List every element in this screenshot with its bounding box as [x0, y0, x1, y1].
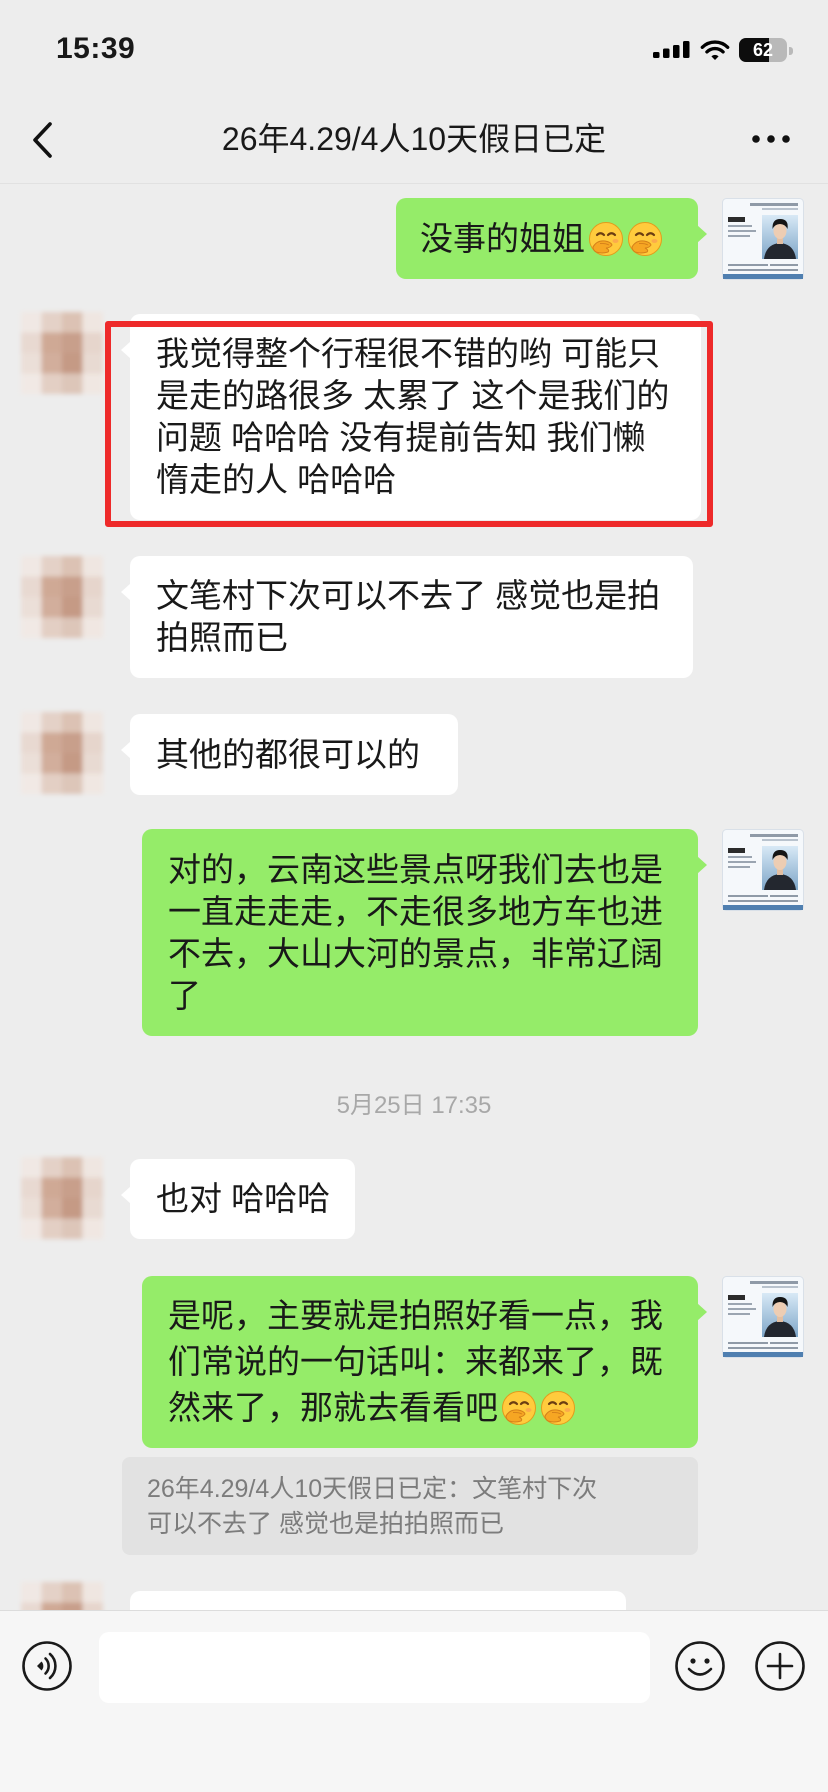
message-text-line: 一直走走走，不走很多地方车也进: [168, 892, 663, 930]
hand-over-mouth-emoji-icon: [588, 221, 624, 257]
my-avatar[interactable]: [722, 829, 804, 911]
cellular-signal-icon: [653, 41, 690, 58]
outgoing-message-bubble[interactable]: 没事的姐姐: [396, 198, 707, 279]
hand-over-mouth-emoji-icon: [501, 1390, 537, 1426]
outgoing-message-bubble[interactable]: 对的，云南这些景点呀我们去也是 一直走走走，不走很多地方车也进 不去，大山大河的…: [142, 829, 707, 1036]
incoming-message-bubble[interactable]: 其他的都很可以的: [121, 714, 458, 795]
message-text-line: 问题 哈哈哈 没有提前告知 我们懒: [156, 419, 646, 456]
chat-title: 26年4.29/4人10天假日已定: [221, 121, 607, 157]
wifi-icon: [700, 40, 730, 60]
voice-input-icon: [22, 1641, 72, 1691]
business-card-avatar-image: [722, 1276, 804, 1358]
message-text-line: 是走的路很多 太累了 这个是我们的: [156, 377, 670, 414]
blurred-avatar-image: [21, 712, 103, 794]
more-functions-button[interactable]: [754, 1640, 806, 1692]
my-avatar[interactable]: [722, 198, 804, 280]
business-card-avatar-image: [722, 829, 804, 911]
message-text-line: 没事的姐姐: [420, 219, 585, 257]
quoted-message[interactable]: 26年4.29/4人10天假日已定：文笔村下次 可以不去了 感觉也是拍拍照而已: [122, 1457, 698, 1555]
my-avatar[interactable]: [722, 1276, 804, 1358]
message-text-line: 们常说的一句话叫：来都来了，既: [168, 1343, 663, 1380]
chevron-left-icon: [33, 122, 52, 158]
battery-tip: [789, 47, 793, 55]
message-timestamp: 5月25日 17:35: [336, 1092, 492, 1119]
hand-over-mouth-emoji-icon: [627, 221, 663, 257]
message-text-line: 了: [168, 976, 201, 1014]
business-card-avatar-image: [722, 198, 804, 280]
message-text-line: 对的，云南这些景点呀我们去也是: [168, 850, 663, 888]
emoji-icon: [675, 1641, 725, 1691]
message-input[interactable]: [99, 1632, 650, 1703]
status-time: 15:39: [56, 32, 136, 65]
back-button[interactable]: [24, 116, 68, 164]
message-text-line: 不去，大山大河的景点，非常辽阔: [168, 934, 663, 972]
battery-icon: 62: [739, 37, 793, 63]
contact-avatar[interactable]: [21, 556, 103, 638]
blurred-avatar-image: [21, 1157, 103, 1239]
message-text-line: 文笔村下次可以不去了 感觉也是拍: [156, 577, 661, 614]
outgoing-message-bubble[interactable]: 是呢，主要就是拍照好看一点，我 们常说的一句话叫：来都来了，既 然来了，那就去看…: [142, 1276, 707, 1448]
nav-divider: [0, 183, 828, 184]
quoted-text-line: 可以不去了 感觉也是拍拍照而已: [147, 1510, 504, 1538]
more-dots-icon: [752, 135, 790, 143]
contact-avatar[interactable]: [21, 1157, 103, 1239]
contact-avatar[interactable]: [21, 712, 103, 794]
battery-body: 62: [739, 38, 787, 62]
contact-avatar[interactable]: [21, 312, 103, 394]
more-button[interactable]: [748, 124, 794, 154]
chat-input-bar: [0, 1610, 828, 1792]
message-text-line: 我觉得整个行程很不错的哟 可能只: [156, 335, 661, 372]
quoted-text-line: 26年4.29/4人10天假日已定：文笔村下次: [147, 1475, 598, 1503]
incoming-message-bubble[interactable]: 我觉得整个行程很不错的哟 可能只 是走的路很多 太累了 这个是我们的 问题 哈哈…: [121, 314, 701, 520]
incoming-message-bubble[interactable]: 文笔村下次可以不去了 感觉也是拍 拍照而已: [121, 556, 693, 678]
battery-percent: 62: [752, 40, 774, 60]
plus-icon: [755, 1641, 805, 1691]
blurred-avatar-image: [21, 312, 103, 394]
message-text-line: 也对 哈哈哈: [156, 1180, 331, 1217]
message-text-line: 是呢，主要就是拍照好看一点，我: [168, 1297, 663, 1334]
message-text-line-with-emoji: 然来了，那就去看看吧: [168, 1385, 672, 1431]
message-text-line: 拍照而已: [156, 619, 288, 656]
message-text-line: 惰走的人 哈哈哈: [156, 461, 397, 498]
blurred-avatar-image: [21, 556, 103, 638]
voice-input-button[interactable]: [21, 1640, 73, 1692]
message-text-line: 然来了，那就去看看吧: [168, 1389, 498, 1426]
emoji-button[interactable]: [674, 1640, 726, 1692]
incoming-message-bubble[interactable]: 也对 哈哈哈: [121, 1159, 355, 1239]
hand-over-mouth-emoji-icon: [540, 1390, 576, 1426]
message-text-line: 其他的都很可以的: [156, 735, 420, 773]
